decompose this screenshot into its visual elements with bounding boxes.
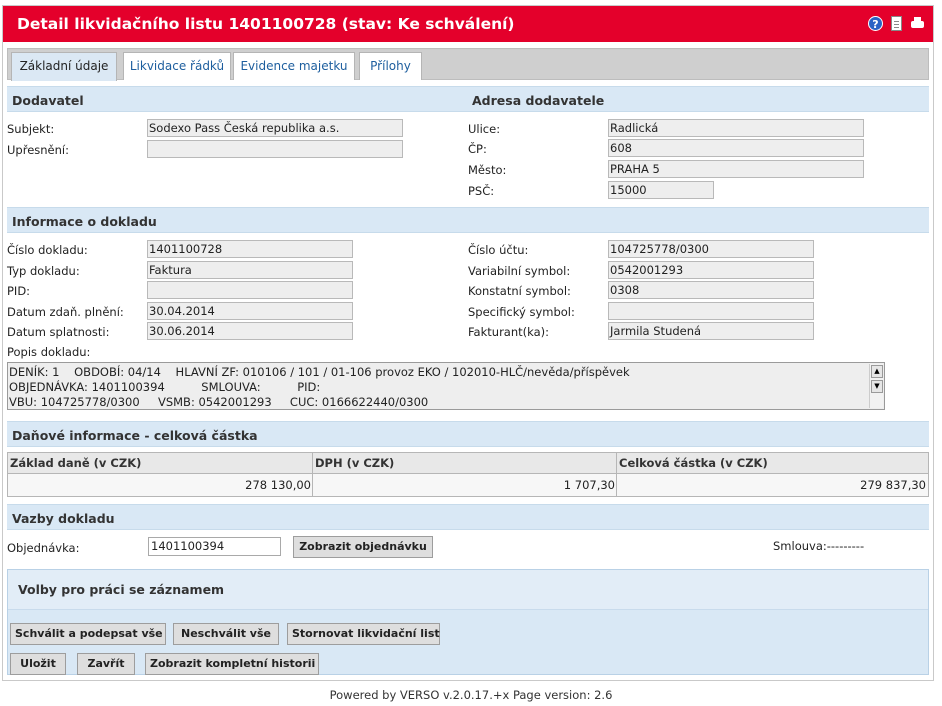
show-order-button[interactable]: Zobrazit objednávku [293, 536, 433, 558]
tab-bar: Základní údaje Likvidace řádků Evidence … [7, 48, 929, 81]
full-history-button[interactable]: Zobrazit kompletní historii [145, 653, 319, 675]
invoicer-field: Jarmila Studená [608, 322, 814, 340]
description-scrollbar[interactable]: ▲ ▼ [869, 364, 883, 408]
options-heading: Volby pro práci se záznamem [18, 582, 225, 597]
scroll-down-icon[interactable]: ▼ [871, 380, 883, 393]
doc-number-label: Číslo dokladu: [7, 243, 88, 257]
account-field: 104725778/0300 [608, 240, 814, 258]
tax-table: Základ daně (v CZK) DPH (v CZK) Celková … [7, 452, 929, 497]
ss-label: Specifický symbol: [468, 305, 575, 319]
order-label: Objednávka: [7, 541, 80, 555]
street-label: Ulice: [468, 122, 501, 136]
document-section-header: Informace o dokladu [7, 207, 929, 233]
links-heading: Vazby dokladu [12, 511, 115, 526]
title-bar: Detail likvidačního listu 1401100728 (st… [3, 6, 933, 42]
subject-label: Subjekt: [7, 122, 55, 136]
description-line: DENÍK: 1 OBDOBÍ: 04/14 HLAVNÍ ZF: 010106… [9, 365, 630, 379]
detail-label: Upřesnění: [7, 143, 69, 157]
doc-number-field: 1401100728 [147, 240, 353, 258]
account-label: Číslo účtu: [468, 243, 529, 257]
approve-sign-all-button[interactable]: Schválit a podepsat vše [10, 623, 166, 645]
tab-row-liquidation[interactable]: Likvidace řádků [123, 52, 231, 80]
tab-attachments[interactable]: Přílohy [359, 52, 422, 80]
ks-label: Konstatní symbol: [468, 284, 571, 298]
pid-label: PID: [7, 284, 31, 298]
subject-field: Sodexo Pass Česká republika a.s. [147, 119, 403, 137]
tax-base-value: 278 130,00 [8, 474, 313, 496]
supplier-section-header: Dodavatel Adresa dodavatele [7, 86, 929, 112]
tax-base-header: Základ daně (v CZK) [8, 453, 313, 474]
address-heading: Adresa dodavatele [472, 93, 605, 108]
due-date-label: Datum splatnosti: [7, 325, 110, 339]
column-divider [312, 453, 313, 496]
options-header: Volby pro práci se záznamem [8, 570, 928, 610]
city-field: PRAHA 5 [608, 160, 864, 178]
tax-date-field: 30.04.2014 [147, 302, 353, 320]
description-label: Popis dokladu: [7, 345, 91, 359]
vat-value: 1 707,30 [313, 474, 617, 496]
footer-text: Powered by VERSO v.2.0.17.+x Page versio… [329, 688, 613, 702]
document-icon[interactable] [891, 16, 902, 31]
scroll-up-icon[interactable]: ▲ [871, 365, 883, 378]
tab-asset-records[interactable]: Evidence majetku [233, 52, 355, 80]
doc-type-field: Faktura [147, 261, 353, 279]
vs-label: Variabilní symbol: [468, 264, 571, 278]
description-textarea[interactable]: DENÍK: 1 OBDOBÍ: 04/14 HLAVNÍ ZF: 010106… [7, 362, 885, 410]
description-line: OBJEDNÁVKA: 1401100394 SMLOUVA: PID: [9, 380, 321, 394]
tab-basic-info[interactable]: Základní údaje [11, 52, 117, 81]
cp-field: 608 [608, 139, 864, 157]
due-date-field: 30.06.2014 [147, 322, 353, 340]
street-field: Radlická [608, 119, 864, 137]
city-label: Město: [468, 163, 507, 177]
order-input[interactable]: 1401100394 [148, 537, 281, 556]
links-section-header: Vazby dokladu [7, 504, 929, 530]
zip-field: 15000 [608, 181, 714, 199]
cp-label: ČP: [468, 142, 487, 156]
doc-type-label: Typ dokladu: [7, 264, 80, 278]
zip-label: PSČ: [468, 184, 495, 198]
column-divider [616, 453, 617, 496]
save-button[interactable]: Uložit [10, 653, 66, 675]
description-line: VBU: 104725778/0300 VSMB: 0542001293 CUC… [9, 395, 429, 409]
total-header: Celková částka (v CZK) [617, 453, 928, 474]
ss-field [608, 302, 814, 320]
vs-field: 0542001293 [608, 261, 814, 279]
vat-header: DPH (v CZK) [313, 453, 617, 474]
contract-text: Smlouva:--------- [773, 539, 865, 553]
supplier-heading: Dodavatel [12, 93, 84, 108]
help-icon[interactable]: ? [868, 16, 883, 31]
page-title: Detail likvidačního listu 1401100728 (st… [17, 15, 515, 33]
tax-heading: Daňové informace - celková částka [12, 428, 258, 443]
pid-field [147, 281, 353, 299]
disapprove-all-button[interactable]: Neschválit vše [173, 623, 279, 645]
detail-field [147, 140, 403, 158]
tax-date-label: Datum zdaň. plnění: [7, 305, 124, 319]
invoicer-label: Fakturant(ka): [468, 325, 549, 339]
total-value: 279 837,30 [617, 474, 928, 496]
tax-section-header: Daňové informace - celková částka [7, 421, 929, 447]
print-icon[interactable] [910, 16, 925, 31]
ks-field: 0308 [608, 281, 814, 299]
document-heading: Informace o dokladu [12, 214, 157, 229]
cancel-liquidation-button[interactable]: Stornovat likvidační list [287, 623, 440, 645]
close-button[interactable]: Zavřít [77, 653, 135, 675]
